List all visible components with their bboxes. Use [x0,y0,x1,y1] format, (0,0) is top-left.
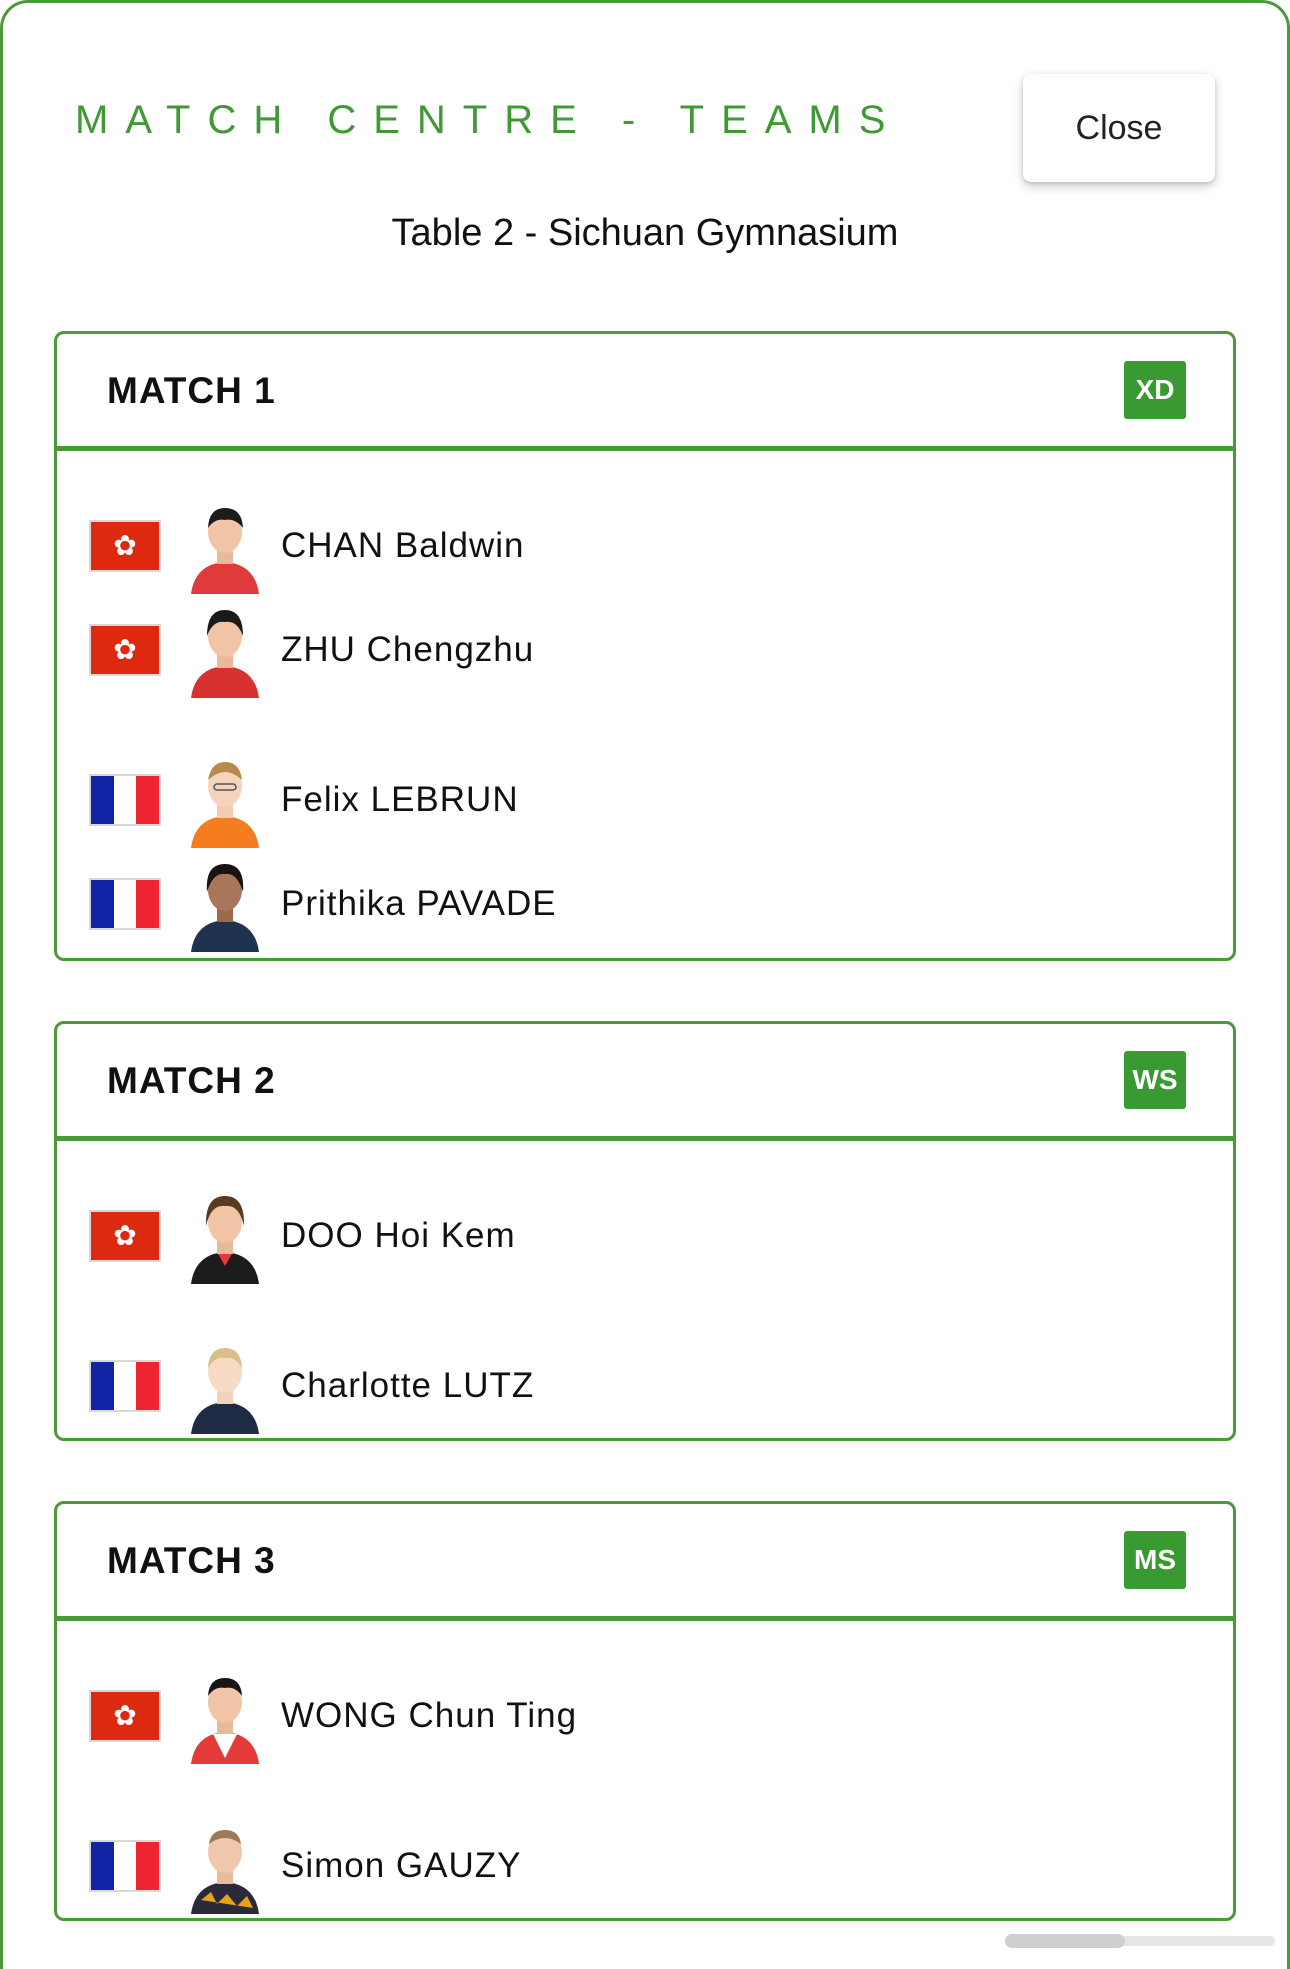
player-row[interactable]: Felix LEBRUN [57,744,1233,848]
player-avatar [191,1830,259,1914]
player-avatar [191,610,259,698]
hong-kong-flag-icon: ✿ [89,1210,161,1262]
player-name: ZHU Chengzhu [281,630,535,669]
match-title: MATCH 2 [107,1060,276,1101]
player-row[interactable]: ✿ WONG Chun Ting [57,1660,1233,1764]
match-card-2: MATCH 2 WS ✿ DOO Hoi Kem Charlotte LUTZ [54,1021,1236,1441]
match-card-1: MATCH 1 XD ✿ CHAN Baldwin ✿ ZHU Chengzhu [54,331,1236,961]
player-avatar [191,762,259,848]
event-badge: MS [1124,1531,1186,1589]
france-flag-icon [89,878,161,930]
event-badge: XD [1124,361,1186,419]
table-venue-subtitle: Table 2 - Sichuan Gymnasium [391,212,899,254]
event-badge: WS [1124,1051,1186,1109]
player-name: Prithika PAVADE [281,884,557,923]
page-title: MATCH CENTRE - TEAMS [75,98,903,142]
france-flag-icon [89,774,161,826]
player-avatar [191,864,259,952]
hong-kong-flag-icon: ✿ [89,1690,161,1742]
player-row[interactable]: Prithika PAVADE [57,848,1233,952]
player-row[interactable]: Charlotte LUTZ [57,1330,1233,1434]
match-title: MATCH 3 [107,1540,276,1581]
player-row[interactable]: ✿ DOO Hoi Kem [57,1180,1233,1284]
player-name: Charlotte LUTZ [281,1366,535,1405]
match-header: MATCH 2 WS [57,1024,1233,1141]
player-avatar [191,508,259,594]
match-header: MATCH 3 MS [57,1504,1233,1621]
player-avatar [191,1348,259,1434]
france-flag-icon [89,1840,161,1892]
player-row[interactable]: ✿ ZHU Chengzhu [57,594,1233,698]
france-flag-icon [89,1360,161,1412]
player-name: WONG Chun Ting [281,1696,578,1735]
hong-kong-flag-icon: ✿ [89,520,161,572]
horizontal-scrollbar[interactable] [1005,1930,1275,1952]
match-title: MATCH 1 [107,370,276,411]
match-card-3: MATCH 3 MS ✿ WONG Chun Ting Simon GAUZY [54,1501,1236,1921]
player-row[interactable]: ✿ CHAN Baldwin [57,490,1233,594]
match-header: MATCH 1 XD [57,334,1233,451]
player-name: Simon GAUZY [281,1846,522,1885]
player-name: DOO Hoi Kem [281,1216,516,1255]
hong-kong-flag-icon: ✿ [89,624,161,676]
player-avatar [191,1196,259,1284]
player-name: CHAN Baldwin [281,526,525,565]
player-row[interactable]: Simon GAUZY [57,1810,1233,1914]
player-avatar [191,1678,259,1764]
close-button[interactable]: Close [1023,74,1215,182]
player-name: Felix LEBRUN [281,780,519,819]
